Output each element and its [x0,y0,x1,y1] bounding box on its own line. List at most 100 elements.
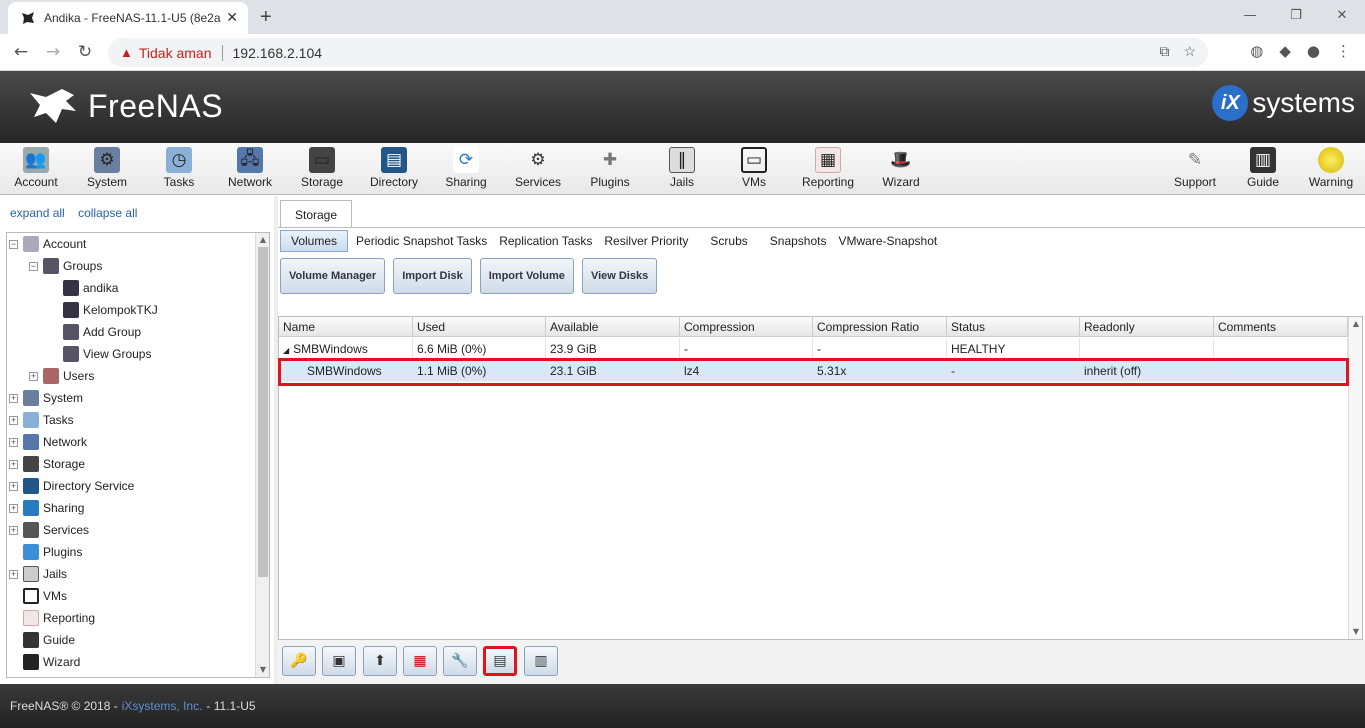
tree-item-system[interactable]: + System [9,387,83,409]
tree-item-wizard[interactable]: Wizard [23,651,80,673]
tree-item-storage[interactable]: + Storage [9,453,85,475]
tree-scrollbar[interactable]: ▲ ▼ [255,233,269,677]
tree-item-network[interactable]: + Network [9,431,87,453]
toolbar-system[interactable]: ⚙ System [71,147,143,189]
toolbar-reporting[interactable]: ▦ Reporting [792,147,864,189]
tree-item-users[interactable]: + Users [29,365,94,387]
globe-extension-icon[interactable]: ◍ [1250,42,1263,60]
tab-storage[interactable]: Storage [280,200,352,228]
tree-item-kelompoktkj[interactable]: KelompokTKJ [63,299,158,321]
tree-item-groups[interactable]: − Groups [29,255,102,277]
forward-icon[interactable]: → [42,42,64,62]
tree-item-jails[interactable]: + Jails [9,563,67,585]
toolbar-services[interactable]: ⚙ Services [502,147,574,189]
expand-toggle-icon[interactable]: + [9,525,18,535]
expand-toggle-icon[interactable]: + [9,481,18,491]
import-disk-button[interactable]: Import Disk [393,258,472,294]
scroll-up-icon[interactable]: ▲ [1349,317,1363,331]
expand-toggle-icon[interactable]: + [9,393,18,403]
toolbar-plugins[interactable]: ✚ Plugins [574,147,646,189]
back-icon[interactable]: ← [10,42,32,62]
restore-icon[interactable]: ❐ [1273,0,1319,30]
key-icon[interactable]: 🔑 [282,646,316,676]
tree-item-andika[interactable]: andika [63,277,118,299]
column-compression-ratio[interactable]: Compression Ratio [813,317,947,337]
subtab-replication-tasks[interactable]: Replication Tasks [495,230,596,252]
toolbar-tasks[interactable]: ◷ Tasks [143,147,215,189]
menu-icon[interactable]: ⋮ [1336,42,1351,60]
collapse-all-link[interactable]: collapse all [78,206,137,220]
url-text[interactable]: 192.168.2.104 [233,45,323,61]
column-compression[interactable]: Compression [680,317,813,337]
minimize-icon[interactable]: — [1227,0,1273,30]
scroll-down-icon[interactable]: ▼ [256,663,269,677]
column-used[interactable]: Used [413,317,546,337]
wrench-icon[interactable]: 🔧 [443,646,477,676]
expand-toggle-icon[interactable]: + [9,437,18,447]
expand-all-link[interactable]: expand all [10,206,65,220]
toolbar-warning[interactable]: Warning [1295,147,1365,189]
column-comments[interactable]: Comments [1214,317,1348,337]
column-status[interactable]: Status [947,317,1080,337]
tree-item-account[interactable]: − Account [9,233,86,255]
toolbar-account[interactable]: 👥 Account [0,147,72,189]
toolbar-vms[interactable]: ▭ VMs [718,147,790,189]
tree-expander-icon[interactable]: ◢ [283,346,289,355]
scroll-up-icon[interactable]: ▲ [256,233,269,247]
close-window-icon[interactable]: ✕ [1319,0,1365,30]
column-readonly[interactable]: Readonly [1080,317,1214,337]
new-tab-icon[interactable]: + [260,6,272,29]
column-name[interactable]: Name [279,317,413,337]
subtab-vmware-snapshot[interactable]: VMware-Snapshot [834,230,941,252]
upload-icon[interactable]: ⬆ [363,646,397,676]
import-volume-button[interactable]: Import Volume [479,258,574,294]
tree-item-tasks[interactable]: + Tasks [9,409,74,431]
subtab-volumes[interactable]: Volumes [280,230,349,252]
toolbar-sharing[interactable]: ⟳ Sharing [430,147,502,189]
tree-item-reporting[interactable]: Reporting [23,607,95,629]
delete-volume-icon[interactable]: ▦ [403,646,437,676]
toolbar-wizard[interactable]: 🎩 Wizard [865,147,937,189]
toolbar-guide[interactable]: ▥ Guide [1227,147,1299,189]
collapse-toggle-icon[interactable]: − [29,261,38,271]
omnibox[interactable]: ▲ Tidak aman 192.168.2.104 ⧉ ☆ [108,38,1208,67]
subtab-periodic-snapshot-tasks[interactable]: Periodic Snapshot Tasks [352,230,491,252]
footer-ixsystems-link[interactable]: iXsystems, Inc. [122,699,203,713]
tree-item-vms[interactable]: VMs [23,585,67,607]
profile-icon[interactable]: ● [1307,42,1320,60]
translate-icon[interactable]: ⧉ [1159,43,1169,60]
reload-icon[interactable]: ↻ [74,42,96,62]
tree-item-view-groups[interactable]: View Groups [63,343,151,365]
volume-status-icon[interactable]: ▥ [524,646,558,676]
bookmark-star-icon[interactable]: ☆ [1183,43,1196,60]
scroll-down-icon[interactable]: ▼ [1349,625,1363,639]
tab-close-icon[interactable]: ✕ [226,10,238,26]
tree-item-sharing[interactable]: + Sharing [9,497,84,519]
collapse-toggle-icon[interactable]: − [9,239,18,249]
create-zvol-icon[interactable]: ▤ [483,646,517,676]
expand-toggle-icon[interactable]: + [9,415,18,425]
view-disks-button[interactable]: View Disks [581,258,658,294]
tree-item-directory-service[interactable]: + Directory Service [9,475,134,497]
expand-toggle-icon[interactable]: + [9,459,18,469]
column-available[interactable]: Available [546,317,680,337]
volume-manager-button[interactable]: Volume Manager [280,258,386,294]
toolbar-jails[interactable]: ‖ Jails [646,147,718,189]
ixsystems-logo[interactable]: iX systems [1212,85,1355,121]
security-label[interactable]: Tidak aman [139,45,212,61]
toolbar-support[interactable]: ✎ Support [1159,147,1231,189]
add-dataset-icon[interactable]: ▣ [322,646,356,676]
subtab-snapshots[interactable]: Snapshots [766,230,831,252]
subtab-resilver-priority[interactable]: Resilver Priority [600,230,692,252]
toolbar-network[interactable]: 🖧 Network [214,147,286,189]
grid-scrollbar[interactable]: ▲ ▼ [1348,317,1362,639]
expand-toggle-icon[interactable]: + [9,569,18,579]
toolbar-directory[interactable]: ▤ Directory [358,147,430,189]
tree-item-guide[interactable]: Guide [23,629,75,651]
table-row[interactable]: ◢ SMBWindows 6.6 MiB (0%) 23.9 GiB - - HE… [279,338,1348,360]
expand-toggle-icon[interactable]: + [29,371,38,381]
tree-item-plugins[interactable]: Plugins [23,541,82,563]
toolbar-storage[interactable]: ▭ Storage [286,147,358,189]
expand-toggle-icon[interactable]: + [9,503,18,513]
browser-tab[interactable]: Andika - FreeNAS-11.1-U5 (8e2a ✕ [8,2,248,34]
